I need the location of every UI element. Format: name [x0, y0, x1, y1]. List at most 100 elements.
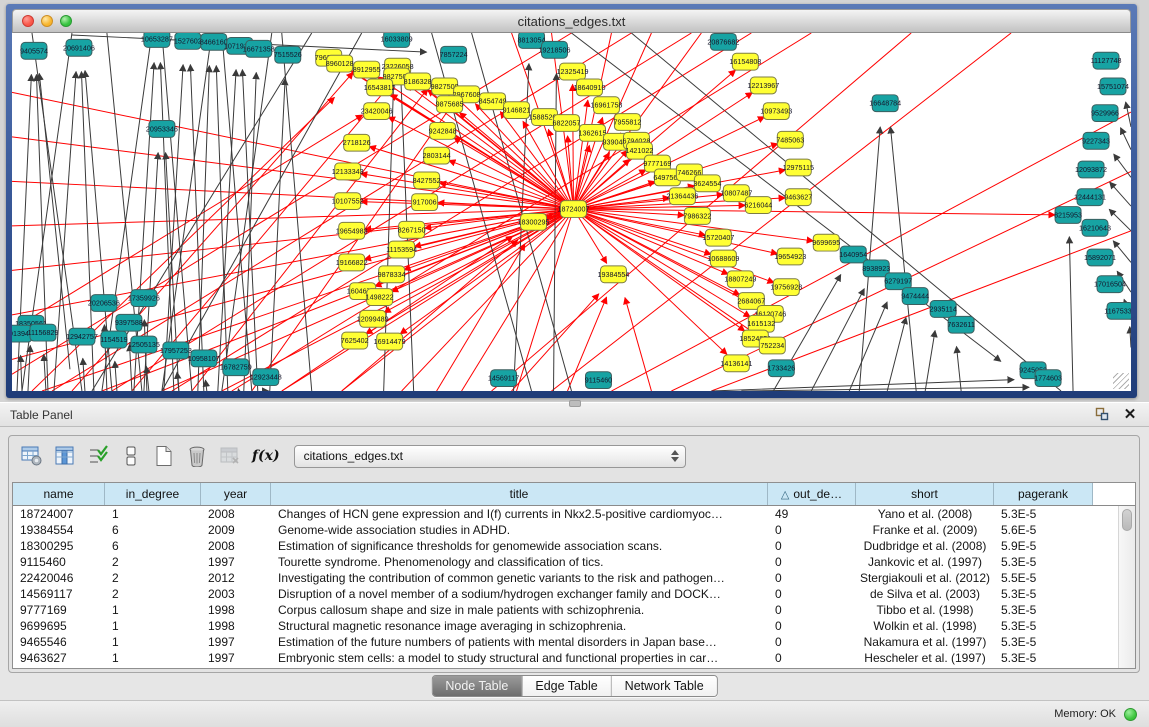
table-cell[interactable]: 9115460	[13, 555, 105, 569]
table-cell[interactable]: 9699695	[13, 619, 105, 633]
table-cell[interactable]: 6	[105, 539, 201, 553]
table-row[interactable]: 1872400712008Changes of HCN gene express…	[13, 506, 1135, 522]
column-header-in-degree[interactable]: in_degree	[105, 483, 201, 505]
tab-network-table[interactable]: Network Table	[612, 676, 717, 696]
table-cell[interactable]: 1	[105, 651, 201, 665]
window-titlebar[interactable]: citations_edges.txt	[12, 9, 1131, 33]
table-cell[interactable]: 5.3E-5	[994, 651, 1093, 665]
table-cell[interactable]: 49	[768, 507, 856, 521]
table-cell[interactable]: 5.6E-5	[994, 523, 1093, 537]
table-cell[interactable]: 2009	[201, 523, 271, 537]
delete-table-icon[interactable]	[184, 443, 210, 469]
table-cell[interactable]: 9465546	[13, 635, 105, 649]
table-cell[interactable]: 2008	[201, 539, 271, 553]
table-cell[interactable]: Stergiakouli et al. (2012)	[856, 571, 994, 585]
table-cell[interactable]: 5.3E-5	[994, 555, 1093, 569]
table-cell[interactable]: Structural magnetic resonance image aver…	[271, 619, 768, 633]
table-cell[interactable]: de Silva et al. (2003)	[856, 587, 994, 601]
network-graph[interactable]: 1872400794055742069140610653287152760284…	[12, 33, 1131, 391]
import-table-icon-disabled[interactable]	[217, 443, 243, 469]
table-cell[interactable]: 0	[768, 635, 856, 649]
network-canvas[interactable]: 1872400794055742069140610653287152760284…	[12, 33, 1131, 391]
table-cell[interactable]: 5.3E-5	[994, 635, 1093, 649]
table-cell[interactable]: 1998	[201, 603, 271, 617]
column-header-pagerank[interactable]: pagerank	[994, 483, 1093, 505]
table-cell[interactable]: Corpus callosum shape and size in male p…	[271, 603, 768, 617]
table-cell[interactable]: 0	[768, 523, 856, 537]
table-row[interactable]: 911546021997Tourette syndrome. Phenomeno…	[13, 554, 1135, 570]
table-cell[interactable]: 5.9E-5	[994, 539, 1093, 553]
table-cell[interactable]: 2	[105, 571, 201, 585]
table-cell[interactable]: 0	[768, 603, 856, 617]
table-cell[interactable]: 0	[768, 555, 856, 569]
table-cell[interactable]: 5.3E-5	[994, 507, 1093, 521]
table-row[interactable]: 977716911998Corpus callosum shape and si…	[13, 602, 1135, 618]
table-cell[interactable]: Franke et al. (2009)	[856, 523, 994, 537]
table-cell[interactable]: 1	[105, 603, 201, 617]
table-row[interactable]: 1456911722003Disruption of a novel membe…	[13, 586, 1135, 602]
table-cell[interactable]: 6	[105, 523, 201, 537]
window-resize-grip[interactable]	[1113, 373, 1129, 389]
table-cell[interactable]: Changes of HCN gene expression and I(f) …	[271, 507, 768, 521]
table-cell[interactable]: 0	[768, 619, 856, 633]
table-cell[interactable]: 2003	[201, 587, 271, 601]
new-file-icon[interactable]	[151, 443, 177, 469]
table-cell[interactable]: 5.5E-5	[994, 571, 1093, 585]
table-row[interactable]: 946362711997Embryonic stem cells: a mode…	[13, 650, 1135, 666]
float-panel-icon[interactable]	[1093, 407, 1111, 423]
table-cell[interactable]: 5.3E-5	[994, 619, 1093, 633]
table-cell[interactable]: 9463627	[13, 651, 105, 665]
table-cell[interactable]: Wolkin et al. (1998)	[856, 619, 994, 633]
tab-edge-table[interactable]: Edge Table	[522, 676, 611, 696]
column-header-out-de-[interactable]: △out_de…	[768, 483, 856, 505]
table-cell[interactable]: 1997	[201, 635, 271, 649]
table-cell[interactable]: 2008	[201, 507, 271, 521]
scrollbar-thumb[interactable]	[1122, 509, 1132, 531]
table-cell[interactable]: 18724007	[13, 507, 105, 521]
table-cell[interactable]: 1	[105, 635, 201, 649]
network-window[interactable]: citations_edges.txt 18724007940557420691…	[6, 4, 1137, 398]
table-cell[interactable]: Jankovic et al. (1997)	[856, 555, 994, 569]
table-cell[interactable]: Embryonic stem cells: a model to study s…	[271, 651, 768, 665]
table-cell[interactable]: 9777169	[13, 603, 105, 617]
table-cell[interactable]: 0	[768, 539, 856, 553]
table-cell[interactable]: 2	[105, 555, 201, 569]
table-settings-icon[interactable]	[19, 443, 45, 469]
table-cell[interactable]: Genome-wide association studies in ADHD.	[271, 523, 768, 537]
merge-rows-icon[interactable]	[118, 443, 144, 469]
column-settings-icon[interactable]	[52, 443, 78, 469]
table-cell[interactable]: Disruption of a novel member of a sodium…	[271, 587, 768, 601]
column-header-name[interactable]: name	[13, 483, 105, 505]
vertical-scrollbar[interactable]	[1118, 506, 1135, 668]
column-header-short[interactable]: short	[856, 483, 994, 505]
table-cell[interactable]: 0	[768, 571, 856, 585]
select-rows-icon[interactable]	[85, 443, 111, 469]
tab-node-table[interactable]: Node Table	[432, 676, 522, 696]
table-cell[interactable]: Estimation of significance thresholds fo…	[271, 539, 768, 553]
table-cell[interactable]: Tourette syndrome. Phenomenology and cla…	[271, 555, 768, 569]
table-cell[interactable]: Estimation of the future numbers of pati…	[271, 635, 768, 649]
table-cell[interactable]: Investigating the contribution of common…	[271, 571, 768, 585]
table-cell[interactable]: 14569117	[13, 587, 105, 601]
table-cell[interactable]: 0	[768, 651, 856, 665]
table-cell[interactable]: Yano et al. (2008)	[856, 507, 994, 521]
table-cell[interactable]: 5.3E-5	[994, 603, 1093, 617]
table-cell[interactable]: 1	[105, 507, 201, 521]
table-cell[interactable]: 2	[105, 587, 201, 601]
table-cell[interactable]: 2012	[201, 571, 271, 585]
table-cell[interactable]: Dudbridge et al. (2008)	[856, 539, 994, 553]
table-cell[interactable]: Tibbo et al. (1998)	[856, 603, 994, 617]
table-cell[interactable]: 1997	[201, 555, 271, 569]
column-header-title[interactable]: title	[271, 483, 768, 505]
table-row[interactable]: 1938455462009Genome-wide association stu…	[13, 522, 1135, 538]
table-cell[interactable]: 1997	[201, 651, 271, 665]
table-cell[interactable]: 22420046	[13, 571, 105, 585]
function-builder-icon[interactable]: f(x)	[252, 448, 280, 464]
table-cell[interactable]: 1998	[201, 619, 271, 633]
table-cell[interactable]: 19384554	[13, 523, 105, 537]
column-header-year[interactable]: year	[201, 483, 271, 505]
splitter-handle[interactable]	[569, 400, 581, 407]
table-cell[interactable]: Nakamura et al. (1997)	[856, 635, 994, 649]
table-cell[interactable]: 18300295	[13, 539, 105, 553]
table-cell[interactable]: 5.3E-5	[994, 587, 1093, 601]
